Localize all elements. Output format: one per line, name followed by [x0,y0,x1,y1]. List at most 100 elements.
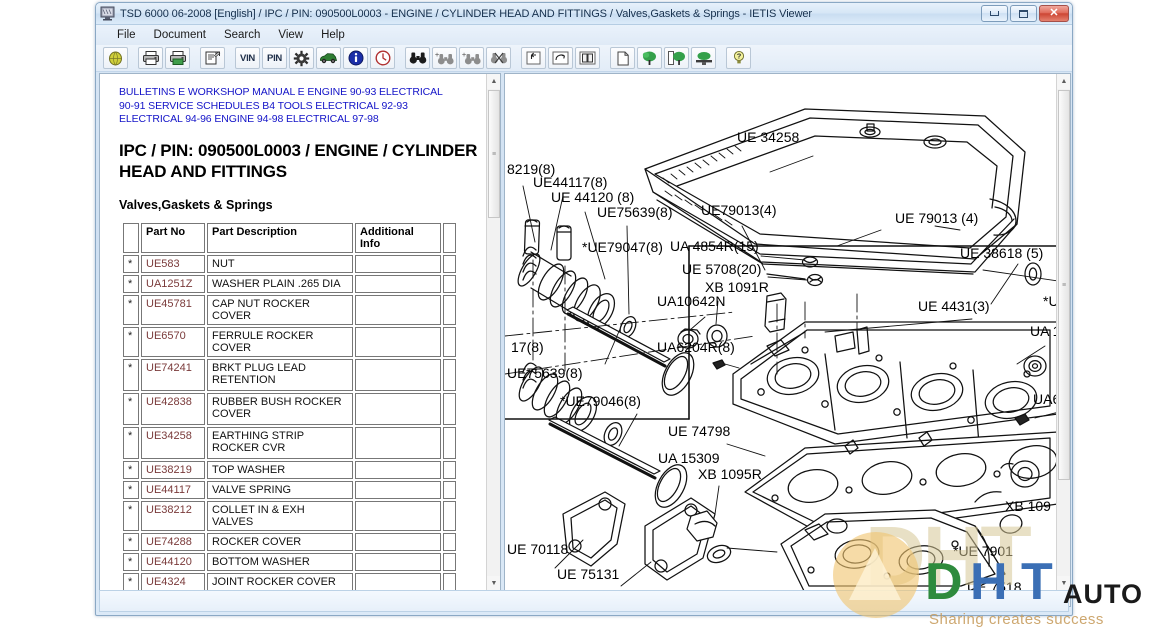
diagram-callout-label: UE 79013 (4) [895,210,978,226]
back-arrow-button[interactable] [521,47,546,69]
parts-document: BULLETINS E WORKSHOP MANUAL E ENGINE 90-… [100,74,486,591]
menu-item-view[interactable]: View [269,27,312,43]
pin-button[interactable]: PIN [262,47,287,69]
table-row[interactable]: * UE42838 RUBBER BUSH ROCKER COVER [123,392,456,425]
diagram-callout-label: *UE79046(8) [560,393,641,409]
close-button[interactable]: ✕ [1039,5,1069,22]
column-header-part-description[interactable]: Part Description [207,222,353,253]
row-part-no[interactable]: UE44120 [141,552,205,571]
row-mark: * [123,326,139,357]
row-end-cell [443,254,456,273]
forward-arrow-button[interactable] [548,47,573,69]
column-header-additional-info[interactable]: Additional Info [355,222,441,253]
bookmark-green-button[interactable] [691,47,716,69]
menu-item-document[interactable]: Document [145,27,215,43]
column-header-part-no[interactable]: Part No [141,222,205,253]
binoculars-button[interactable] [405,47,430,69]
table-row[interactable]: * UE74288 ROCKER COVER [123,532,456,551]
maximize-button[interactable] [1010,5,1037,22]
diagram-callout-label: UA10642N [657,293,726,309]
print-preview-button[interactable] [165,47,190,69]
row-part-no[interactable]: UE42838 [141,392,205,425]
table-row[interactable]: * UE44120 BOTTOM WASHER [123,552,456,571]
diagram-callout-label: UE 4431(3) [918,298,990,314]
help-button[interactable]: ? [726,47,751,69]
diagram-scroll-up-arrow[interactable]: ▲ [1057,74,1070,89]
menu-item-help[interactable]: Help [312,27,354,43]
row-part-no[interactable]: UE45781 [141,294,205,325]
row-additional-info [355,274,441,293]
table-row[interactable]: * UE38219 TOP WASHER [123,460,456,479]
row-mark: * [123,460,139,479]
binoculars-cancel-button[interactable] [486,47,511,69]
watermark-auto-text: AUTO [1063,579,1144,609]
row-end-cell [443,358,456,391]
table-row[interactable]: * UE38212 COLLET IN & EXH VALVES [123,500,456,531]
diagram-viewport[interactable]: UE 34258 8219(8) UE44117(8) UE 44120 (8) UE7… [505,74,1056,591]
document-pencil-button[interactable] [200,47,225,69]
table-row[interactable]: * UE4324 JOINT ROCKER COVER [123,572,456,591]
row-mark: * [123,552,139,571]
table-row[interactable]: * UE34258 EARTHING STRIP ROCKER CVR [123,426,456,459]
row-end-cell [443,552,456,571]
breadcrumb-line-1[interactable]: BULLETINS E WORKSHOP MANUAL E ENGINE 90-… [119,86,480,100]
binoculars-next-button[interactable]: + [432,47,457,69]
row-part-no[interactable]: UE74241 [141,358,205,391]
vin-button[interactable]: VIN [235,47,260,69]
table-row[interactable]: * UE583 NUT [123,254,456,273]
table-row[interactable]: * UA1251Z WASHER PLAIN .265 DIA [123,274,456,293]
page-tree-button[interactable] [664,47,689,69]
globe-button[interactable] [103,47,128,69]
binoculars-prev-button[interactable]: + [459,47,484,69]
scroll-down-arrow[interactable]: ▼ [487,576,500,591]
title-bar: TSD 6000 06-2008 [English] / IPC / PIN: … [96,3,1072,25]
row-part-no[interactable]: UE38219 [141,460,205,479]
exploded-parts-diagram[interactable]: UE 342588219(8)UE44117(8)UE 44120 (8)UE7… [505,74,1056,591]
print-button[interactable] [138,47,163,69]
diagram-callout-label: UA 15309 [658,450,720,466]
menu-item-search[interactable]: Search [215,27,269,43]
tree-button[interactable] [637,47,662,69]
left-vertical-scroll-thumb[interactable]: ≡ [488,90,500,218]
row-mark: * [123,392,139,425]
row-part-no[interactable]: UE4324 [141,572,205,591]
diagram-scroll-down-arrow[interactable]: ▼ [1057,576,1070,591]
gear-button[interactable] [289,47,314,69]
row-additional-info [355,532,441,551]
row-part-no[interactable]: UE38212 [141,500,205,531]
scroll-up-arrow[interactable]: ▲ [487,74,500,89]
book-button[interactable] [575,47,600,69]
diagram-callout-label: UA62 [1033,391,1056,407]
breadcrumb-line-3[interactable]: ELECTRICAL 94-96 ENGINE 94-98 ELECTRICAL… [119,113,480,127]
menu-bar: File Document Search View Help [96,25,1072,45]
left-vertical-scrollbar[interactable]: ▲ ≡ ▼ [486,74,500,591]
breadcrumb[interactable]: BULLETINS E WORKSHOP MANUAL E ENGINE 90-… [119,86,480,127]
row-part-no[interactable]: UE6570 [141,326,205,357]
row-part-no[interactable]: UE583 [141,254,205,273]
car-button[interactable] [316,47,341,69]
diagram-callout-label: UE 75131 [557,566,619,582]
right-vertical-scroll-thumb[interactable]: ≡ [1058,90,1070,480]
clock-button[interactable] [370,47,395,69]
row-end-cell [443,392,456,425]
breadcrumb-line-2[interactable]: 90-91 SERVICE SCHEDULES B4 TOOLS ELECTRI… [119,100,480,114]
right-vertical-scrollbar[interactable]: ▲ ≡ ▼ [1056,74,1070,591]
status-bar [99,590,1069,612]
diagram-pane: UE 34258 8219(8) UE44117(8) UE 44120 (8) UE7… [504,73,1071,607]
diagram-callout-label: UE 34258 [737,129,799,145]
minimize-button[interactable] [981,5,1008,22]
row-part-no[interactable]: UE34258 [141,426,205,459]
row-part-no[interactable]: UE44117 [141,480,205,499]
menu-item-file[interactable]: File [108,27,145,43]
diagram-callout-label: UE79013(4) [701,202,777,218]
table-row[interactable]: * UE44117 VALVE SPRING [123,480,456,499]
new-page-button[interactable] [610,47,635,69]
row-additional-info [355,572,441,591]
table-row[interactable]: * UE74241 BRKT PLUG LEAD RETENTION [123,358,456,391]
row-part-no[interactable]: UE74288 [141,532,205,551]
row-part-no[interactable]: UA1251Z [141,274,205,293]
table-row[interactable]: * UE6570 FERRULE ROCKER COVER [123,326,456,357]
info-button[interactable] [343,47,368,69]
table-row[interactable]: * UE45781 CAP NUT ROCKER COVER [123,294,456,325]
row-additional-info [355,392,441,425]
